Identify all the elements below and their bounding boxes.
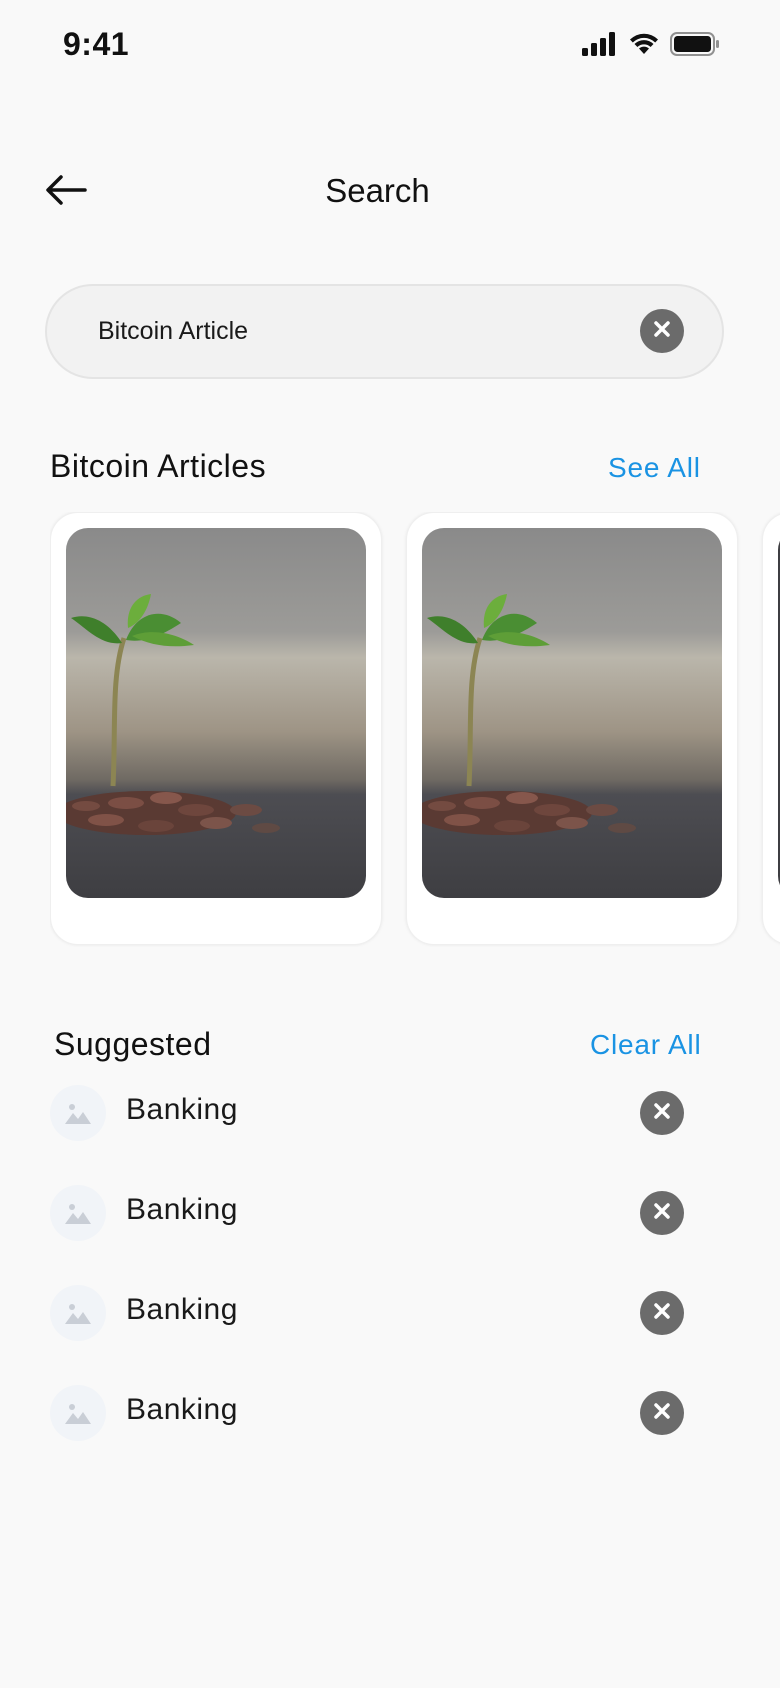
close-icon [653,320,671,343]
close-icon [653,1202,671,1225]
clear-all-link[interactable]: Clear All [590,1029,701,1061]
suggested-section-header: Suggested Clear All [0,1024,780,1074]
article-image [66,528,366,898]
search-input[interactable] [98,306,618,357]
cellular-signal-icon [582,32,618,61]
list-item-label: Banking [126,1393,238,1426]
article-card[interactable] [406,512,738,945]
battery-icon [670,32,720,61]
articles-section-title: Bitcoin Articles [50,448,267,484]
header: Search [0,150,780,234]
clear-search-button[interactable] [640,309,684,353]
list-item[interactable]: Banking [0,1183,780,1243]
search-box[interactable] [45,284,724,379]
status-time: 9:41 [63,26,130,62]
image-placeholder-icon [50,1285,106,1341]
close-icon [653,1302,671,1325]
page-title: Search [325,172,430,209]
list-item-label: Banking [126,1093,238,1126]
status-bar: 9:41 [0,0,780,92]
remove-suggestion-button[interactable] [640,1191,684,1235]
see-all-link[interactable]: See All [608,452,701,484]
status-icons [582,32,720,61]
list-item-label: Banking [126,1193,238,1226]
close-icon [653,1402,671,1425]
suggested-section-title: Suggested [54,1026,212,1062]
articles-carousel[interactable] [50,512,780,947]
articles-section-header: Bitcoin Articles See All [0,448,780,498]
article-card[interactable] [762,512,780,945]
remove-suggestion-button[interactable] [640,1091,684,1135]
remove-suggestion-button[interactable] [640,1391,684,1435]
list-item[interactable]: Banking [0,1383,780,1443]
list-item[interactable]: Banking [0,1283,780,1343]
article-image [422,528,722,898]
image-placeholder-icon [50,1385,106,1441]
wifi-icon [628,32,660,61]
article-card[interactable] [50,512,382,945]
list-item-label: Banking [126,1293,238,1326]
close-icon [653,1102,671,1125]
list-item[interactable]: Banking [0,1083,780,1143]
image-placeholder-icon [50,1085,106,1141]
image-placeholder-icon [50,1185,106,1241]
remove-suggestion-button[interactable] [640,1291,684,1335]
